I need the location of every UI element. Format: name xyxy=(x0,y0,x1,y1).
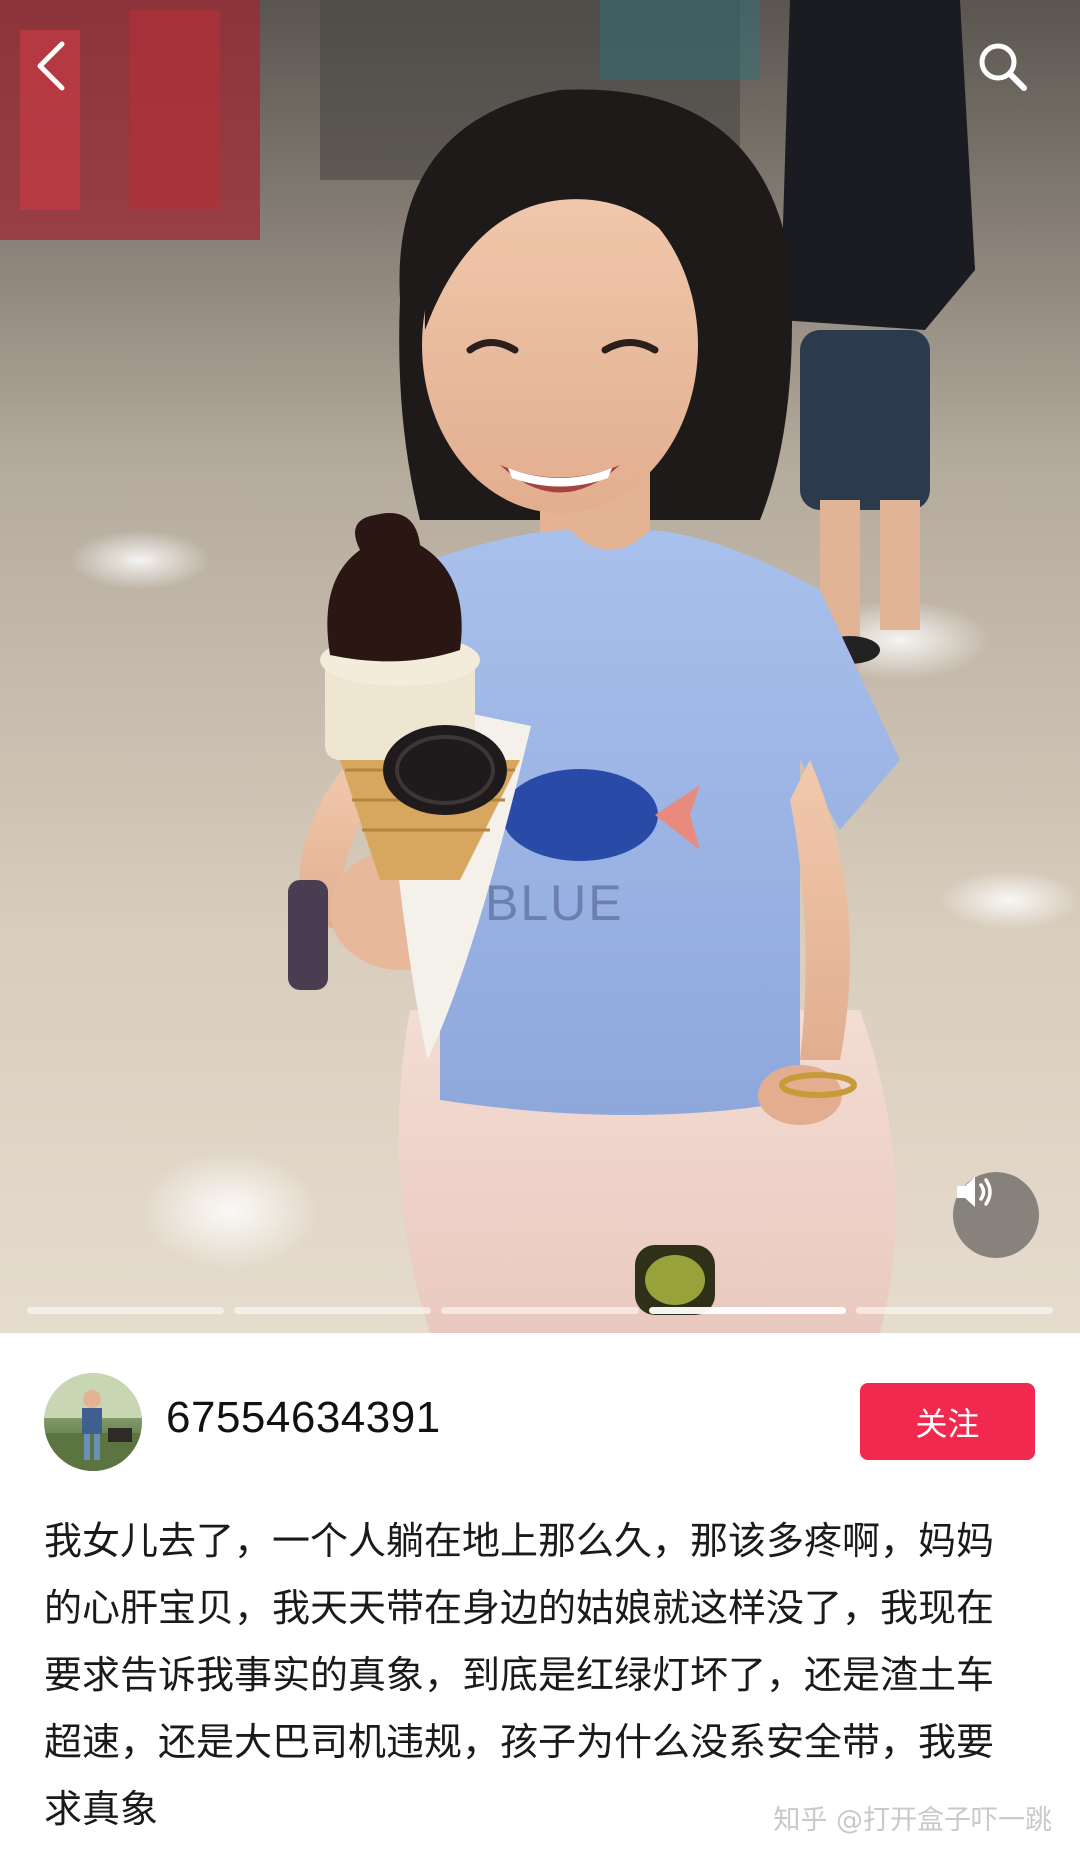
avatar[interactable] xyxy=(44,1373,142,1471)
avatar-image xyxy=(44,1373,142,1471)
post-photo[interactable]: BLUE xyxy=(0,0,1080,1333)
carousel-segment[interactable] xyxy=(27,1307,225,1314)
shirt-print-text: BLUE xyxy=(485,875,624,931)
back-arrow-icon xyxy=(37,41,65,91)
watermark: 知乎 @打开盒子吓一跳 xyxy=(773,1805,1052,1836)
carousel-segment[interactable] xyxy=(234,1307,432,1314)
carousel-segment[interactable] xyxy=(441,1307,639,1314)
search-button[interactable] xyxy=(974,38,1050,114)
photo-illustration: BLUE xyxy=(0,0,1080,1333)
author-bar: 67554634391 关注 xyxy=(0,1333,1080,1483)
back-button[interactable] xyxy=(30,38,106,114)
post-caption: 我女儿去了，一个人躺在地上那么久，那该多疼啊，妈妈的心肝宝贝，我天天带在身边的姑… xyxy=(44,1519,995,1831)
sound-toggle-button[interactable] xyxy=(953,1172,1039,1258)
post-screen: BLUE 67554634391 关注 我女儿去了，一个人躺在地上那么久，那该多… xyxy=(0,0,1080,1860)
carousel-segment[interactable] xyxy=(855,1307,1054,1314)
carousel-progress xyxy=(27,1307,1054,1314)
follow-button[interactable]: 关注 xyxy=(860,1383,1035,1460)
search-icon xyxy=(979,43,1027,91)
carousel-segment-active[interactable] xyxy=(648,1307,846,1314)
speaker-icon xyxy=(957,1177,992,1207)
author-username[interactable]: 67554634391 xyxy=(166,1393,441,1443)
